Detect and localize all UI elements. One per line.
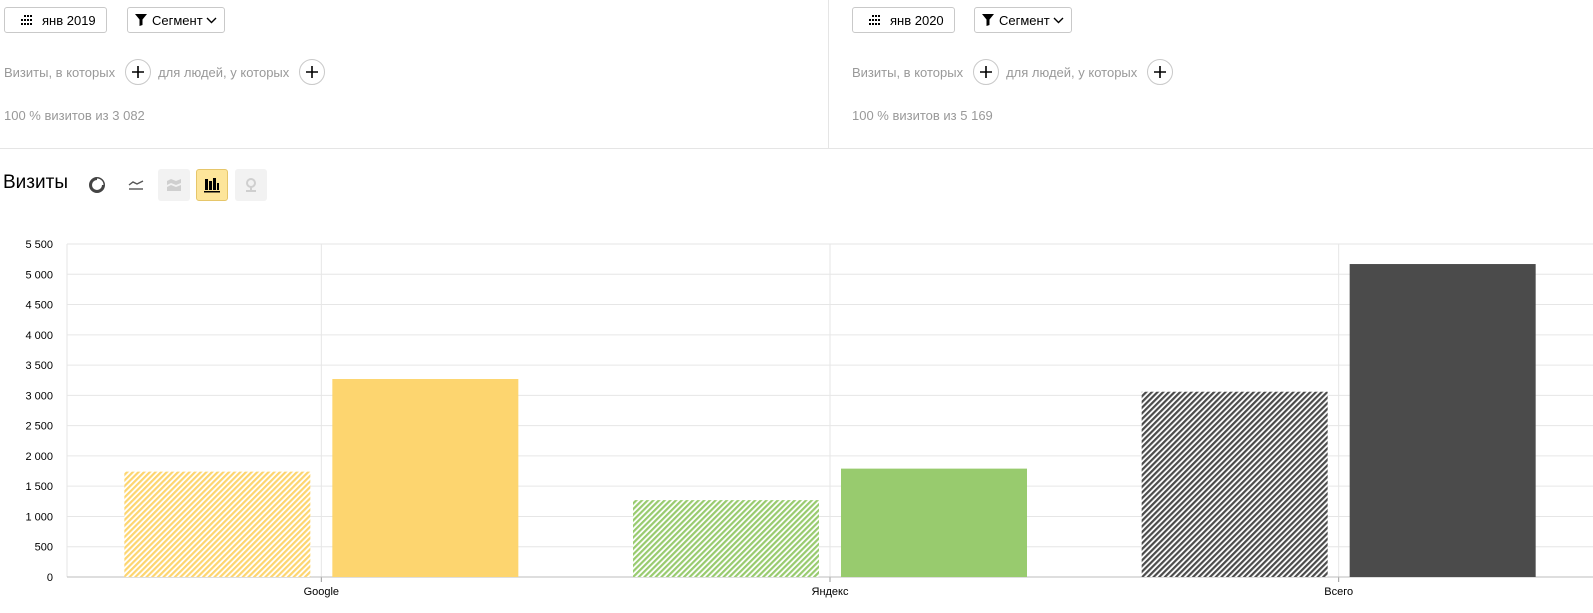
plus-icon xyxy=(1154,66,1167,78)
line-chart-icon xyxy=(128,180,144,190)
filter-icon xyxy=(135,14,147,26)
calendar-icon xyxy=(869,15,880,25)
y-tick-label: 3 500 xyxy=(25,360,53,372)
bar-Всего-series-1[interactable] xyxy=(1141,391,1328,577)
calendar-icon xyxy=(21,15,32,25)
plus-icon xyxy=(132,66,145,78)
segment-label: Сегмент xyxy=(152,12,203,28)
plus-icon xyxy=(306,66,319,78)
y-tick-label: 5 000 xyxy=(25,269,53,281)
chevron-down-icon xyxy=(206,17,217,23)
segment-button[interactable]: Сегмент xyxy=(127,7,225,33)
x-tick-label: Всего xyxy=(1324,586,1353,598)
pie-chart-icon xyxy=(89,177,105,193)
segment-button[interactable]: Сегмент xyxy=(974,7,1072,33)
bar-chart: 0 500 1 000 1 500 2 000 2 500 3 000 3 500 4 000 4… xyxy=(25,239,1593,598)
map-view-button[interactable] xyxy=(235,169,267,201)
area-chart-view-button[interactable] xyxy=(158,169,190,201)
y-tick-label: 500 xyxy=(35,542,53,554)
y-tick-label: 3 000 xyxy=(25,390,53,402)
chevron-down-icon xyxy=(1053,17,1064,23)
add-visit-condition-button[interactable] xyxy=(973,59,1000,85)
filter-icon xyxy=(982,14,994,26)
y-tick-label: 1 500 xyxy=(25,481,53,493)
area-chart-icon xyxy=(167,179,181,191)
bar-Яндекс-series-2[interactable] xyxy=(841,468,1027,577)
bar-Яндекс-series-1[interactable] xyxy=(633,500,819,577)
add-people-condition-button[interactable] xyxy=(299,59,326,85)
y-tick-label: 4 000 xyxy=(25,330,53,342)
period-label: янв 2020 xyxy=(890,12,944,28)
bar-Google-series-1[interactable] xyxy=(124,471,311,577)
x-tick-label: Яндекс xyxy=(812,586,849,598)
segment-label: Сегмент xyxy=(999,12,1050,28)
plus-icon xyxy=(980,66,993,78)
y-tick-label: 1 000 xyxy=(25,511,53,523)
condition-row: Визиты, в которых для людей, у которых xyxy=(4,58,332,86)
bar-Google-series-2[interactable] xyxy=(332,379,519,577)
visits-where-label: Визиты, в которых xyxy=(852,64,964,80)
y-tick-label: 5 500 xyxy=(25,239,53,251)
period-button[interactable]: янв 2020 xyxy=(852,7,955,33)
y-tick-label: 2 500 xyxy=(25,421,53,433)
visits-where-label: Визиты, в которых xyxy=(4,64,116,80)
section-divider xyxy=(0,148,1593,149)
map-pin-icon xyxy=(246,178,256,192)
pie-chart-view-button[interactable] xyxy=(81,169,113,201)
segment-share-text: 100 % визитов из 3 082 xyxy=(4,108,145,123)
line-chart-view-button[interactable] xyxy=(120,169,152,201)
add-visit-condition-button[interactable] xyxy=(125,59,152,85)
people-where-label: для людей, у которых xyxy=(1006,64,1138,80)
bar-chart-icon xyxy=(204,178,220,193)
period-label: янв 2019 xyxy=(42,12,96,28)
segment-panel-2020: янв 2020 Сегмент Визиты, в которых для л… xyxy=(829,0,1593,148)
y-tick-label: 0 xyxy=(47,572,53,584)
period-button[interactable]: янв 2019 xyxy=(4,7,107,33)
people-where-label: для людей, у которых xyxy=(158,64,290,80)
y-tick-label: 2 000 xyxy=(25,451,53,463)
x-tick-label: Google xyxy=(304,586,339,598)
bar-Всего-series-2[interactable] xyxy=(1349,264,1536,577)
condition-row: Визиты, в которых для людей, у которых xyxy=(852,58,1180,86)
metric-title: Визиты xyxy=(3,172,68,193)
bar-chart-view-button[interactable] xyxy=(196,169,228,201)
segment-share-text: 100 % визитов из 5 169 xyxy=(852,108,993,123)
y-tick-label: 4 500 xyxy=(25,300,53,312)
segment-panel-2019: янв 2019 Сегмент Визиты, в которых для л… xyxy=(0,0,829,148)
add-people-condition-button[interactable] xyxy=(1147,59,1174,85)
